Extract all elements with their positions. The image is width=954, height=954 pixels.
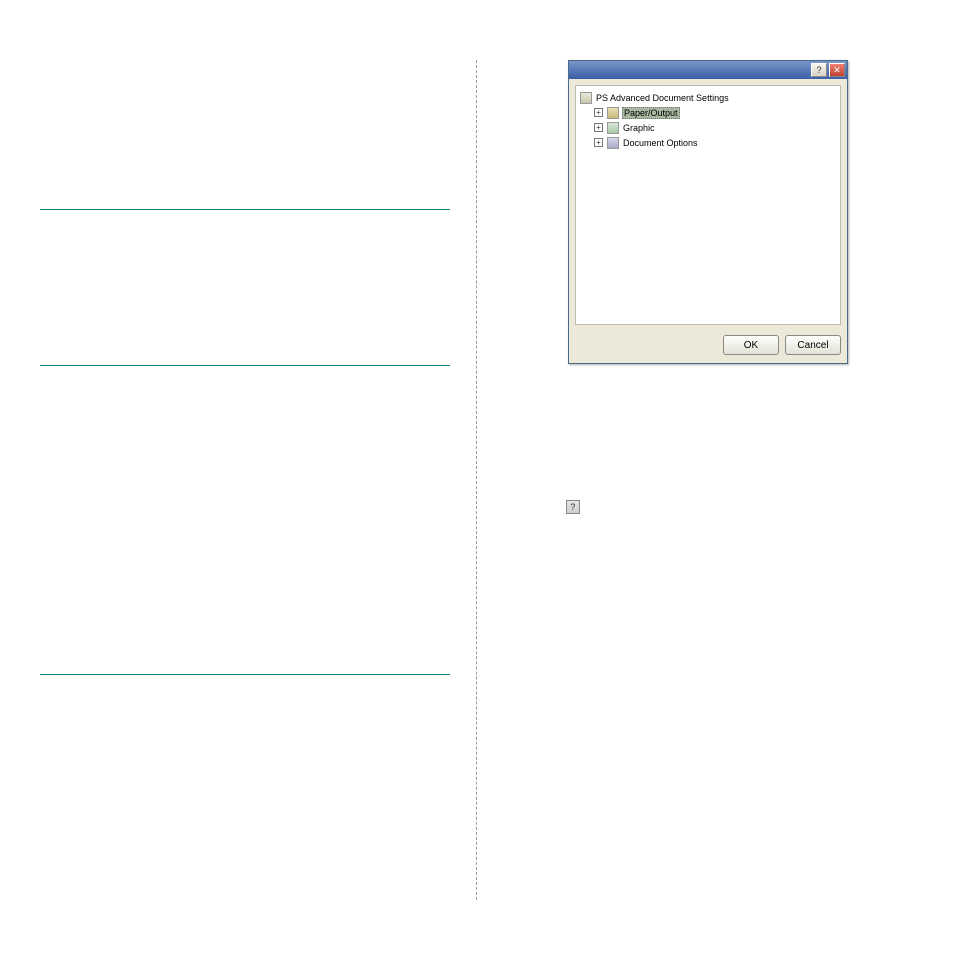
paper-icon [607,107,619,119]
section-title-advanced: Advanced [40,651,450,668]
tree-root-label: PS Advanced Document Settings [595,93,730,103]
body-text: You can click ? from the upper right cor… [503,500,913,515]
close-button[interactable]: ✕ [829,63,845,77]
section-title-windows-ps: Using Windows PostScript Driver [40,182,450,203]
help-button[interactable]: ? [811,63,827,77]
tree-item-graphic[interactable]: + Graphic [580,120,836,135]
list-item: Document Options this option allows you … [519,429,913,459]
section-title-printer-settings: Printer Settings [40,342,450,359]
chart-icon [607,122,619,134]
note-item: Most Windows applications will override … [56,522,450,567]
column-divider [476,60,477,900]
dialog-footer: OK Cancel [569,331,847,363]
item-desc: this option allows you to adjust the pri… [519,398,888,424]
item-term: Paper/Output [519,380,582,391]
expand-icon[interactable]: + [594,123,603,132]
note-item: The following procedure is for Windows X… [56,603,450,633]
settings-tree[interactable]: PS Advanced Document Settings + Paper/Ou… [580,90,836,150]
list-item: Graphic this option allows you to adjust… [519,396,913,426]
body-text: If you want to use the PostScript driver… [40,222,450,252]
chapter-title: Advanced Printing [40,116,450,142]
left-column: 4 Advanced Printing Using Windows PostSc… [40,60,470,900]
section-rule [40,365,450,366]
body-text: Your printer driver Properties window th… [40,465,450,495]
help-text-before: You can click [503,502,561,513]
chapter-number: 4 [40,60,450,110]
expand-icon[interactable]: + [594,108,603,117]
tree-item-label: Paper/Output [622,107,680,119]
body-text: The printer properties window may differ… [40,429,450,459]
section-rule [40,674,450,675]
tree-item-document-options[interactable]: + Document Options [580,135,836,150]
tree-root[interactable]: PS Advanced Document Settings [580,90,836,105]
question-icon: ? [566,500,580,514]
body-text: This chapter includes: [40,309,450,324]
options-icon [607,137,619,149]
section-rule [40,209,450,210]
dialog-body: PS Advanced Document Settings + Paper/Ou… [575,85,841,325]
body-text: PPDs, in combination with the PostScript… [40,258,450,303]
help-text-after: from the upper right corner of the windo… [585,502,901,513]
tree-item-paper-output[interactable]: + Paper/Output [580,105,836,120]
dialog-titlebar: ? ✕ [569,61,847,79]
item-term: Document Options [519,431,608,442]
expand-icon[interactable]: + [594,138,603,147]
body-text: You can use the printer properties windo… [40,378,450,423]
tree-item-label: Document Options [622,138,699,148]
body-text: You can use advanced settings by clickin… [40,687,450,702]
document-page: 4 Advanced Printing Using Windows PostSc… [0,0,954,954]
cancel-button[interactable]: Cancel [785,335,841,355]
item-desc: this option allows you to select the siz… [599,380,909,391]
list-item: Paper/Output this option allows you to s… [519,378,913,393]
right-column: ? ✕ PS Advanced Document Settings + Pape… [483,60,913,900]
document-icon [580,92,592,104]
advanced-settings-dialog: ? ✕ PS Advanced Document Settings + Pape… [568,60,848,364]
tree-item-label: Graphic [622,123,656,133]
section-title-using-help: Using Help [503,477,913,494]
item-term: Graphic [519,398,557,409]
notes-label: NOTES: [40,501,450,516]
note-item: The settings you change remain in effect… [56,570,450,600]
ok-button[interactable]: OK [723,335,779,355]
